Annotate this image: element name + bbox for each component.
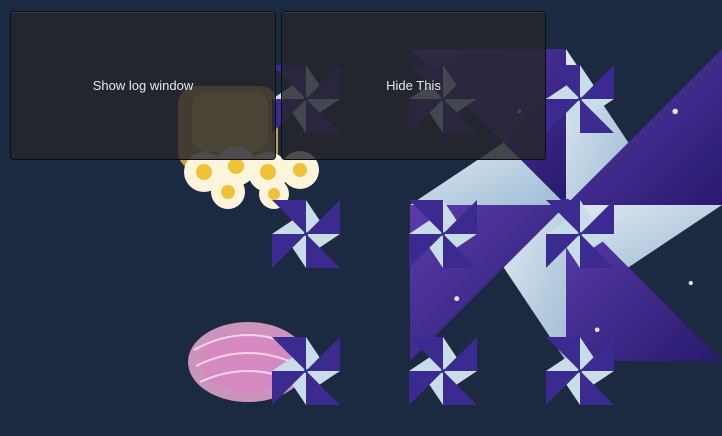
pinwheel-icon xyxy=(546,337,614,405)
pinwheel-icon xyxy=(272,337,340,405)
hide-this-label: Hide This xyxy=(386,78,441,93)
pinwheel-icon xyxy=(409,337,477,405)
pinwheel-icon xyxy=(546,65,614,133)
game-stage: Show log window Hide This xyxy=(0,0,722,436)
pinwheel-icon xyxy=(409,200,477,268)
hide-this-button[interactable]: Hide This xyxy=(281,11,546,160)
pinwheel-icon xyxy=(546,200,614,268)
show-log-window-button[interactable]: Show log window xyxy=(10,11,276,160)
pinwheel-icon xyxy=(272,200,340,268)
show-log-window-label: Show log window xyxy=(92,78,194,93)
